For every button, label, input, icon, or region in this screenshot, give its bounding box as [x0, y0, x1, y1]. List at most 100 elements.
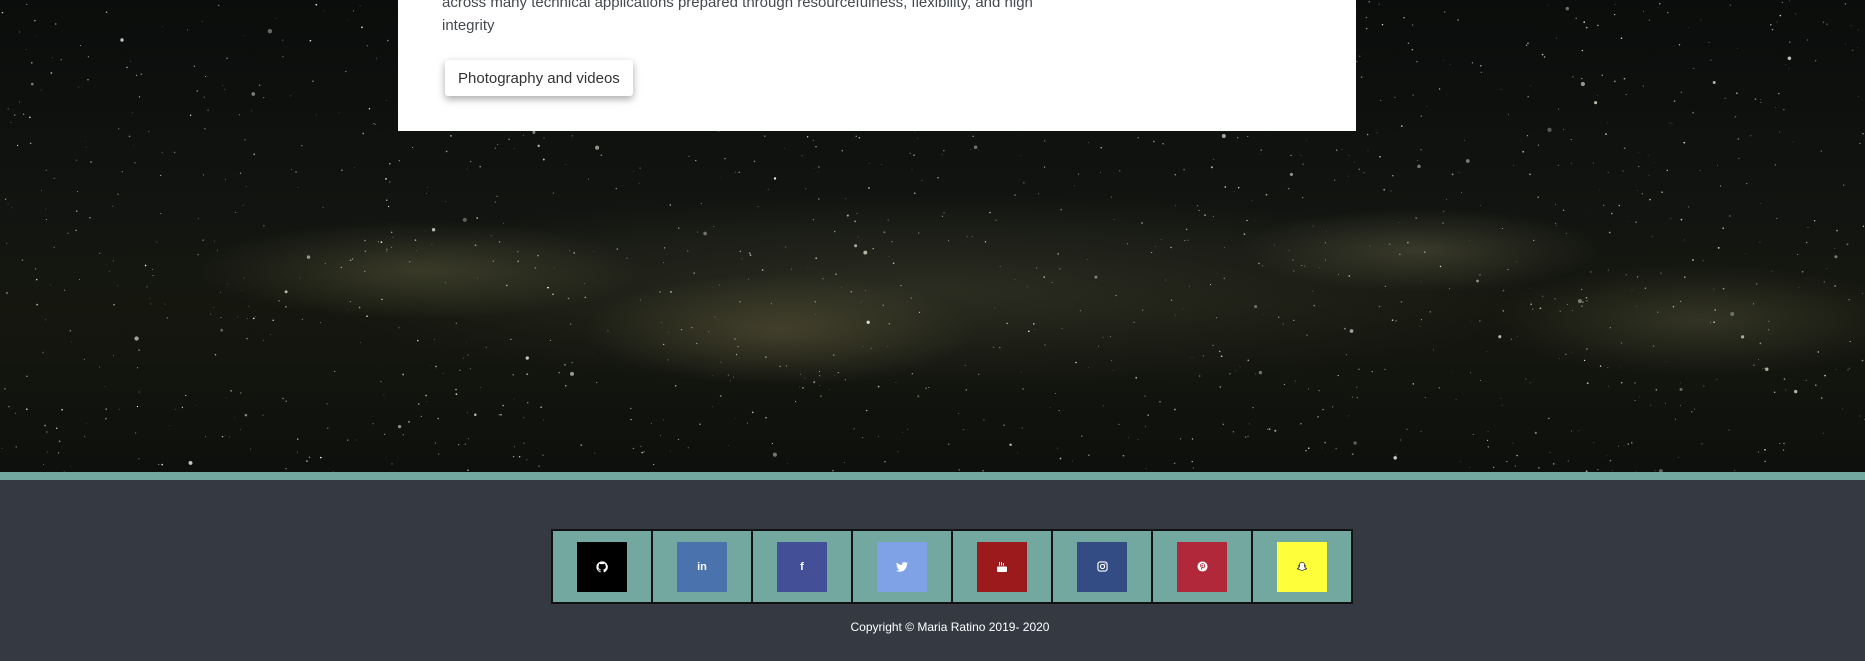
star [1684, 276, 1686, 278]
star [220, 317, 222, 318]
github-link[interactable] [577, 541, 627, 592]
star [1848, 298, 1850, 301]
star [1650, 405, 1651, 407]
star [1815, 384, 1817, 386]
star [437, 453, 440, 455]
star [238, 114, 240, 116]
star [1757, 451, 1759, 453]
star [1554, 203, 1556, 205]
star [1648, 19, 1651, 21]
star [1119, 170, 1121, 172]
star [1559, 310, 1561, 312]
star [739, 250, 742, 253]
star [1229, 372, 1231, 375]
star [928, 386, 930, 388]
star [902, 432, 903, 433]
star [1449, 64, 1451, 66]
star [1185, 228, 1188, 231]
star [467, 354, 469, 356]
star [162, 26, 163, 28]
snapchat-link[interactable] [1277, 541, 1327, 592]
star [1259, 154, 1261, 155]
star [1051, 281, 1053, 284]
star [817, 171, 819, 173]
facebook-link[interactable]: f [777, 541, 827, 592]
star [366, 45, 369, 47]
star [50, 72, 53, 74]
star [54, 23, 57, 25]
star [420, 415, 422, 418]
star [417, 403, 420, 405]
star [1252, 406, 1254, 409]
star [1599, 189, 1601, 191]
star [700, 202, 702, 204]
star [1722, 227, 1725, 230]
star [667, 331, 669, 333]
star [1717, 247, 1720, 249]
star [764, 135, 766, 137]
star [1308, 388, 1310, 390]
star [1585, 26, 1588, 29]
star [728, 445, 730, 446]
instagram-link[interactable] [1077, 541, 1127, 592]
star [1674, 418, 1676, 420]
star [640, 445, 642, 448]
star [1365, 16, 1368, 19]
star [1620, 381, 1623, 384]
star [1189, 285, 1190, 287]
photography-videos-button[interactable]: Photography and videos [445, 60, 633, 96]
star [408, 261, 411, 263]
twitter-link[interactable] [877, 541, 927, 592]
pinterest-link[interactable] [1177, 541, 1227, 592]
star [1380, 100, 1382, 101]
star [818, 371, 820, 372]
linkedin-link[interactable]: in [677, 541, 727, 592]
star [1581, 77, 1583, 80]
youtube-link[interactable] [977, 541, 1027, 592]
star [720, 361, 722, 363]
star [786, 463, 788, 465]
star [900, 284, 902, 287]
star [846, 214, 849, 217]
star [837, 371, 839, 374]
star [408, 421, 410, 423]
star [1607, 171, 1609, 174]
star [881, 164, 882, 165]
star [1338, 273, 1339, 275]
star [358, 306, 361, 309]
star [368, 107, 371, 110]
star [445, 282, 447, 284]
star [148, 130, 150, 133]
star [663, 247, 666, 249]
star [1127, 243, 1128, 245]
star [1623, 147, 1626, 150]
star [1859, 142, 1861, 144]
star [552, 192, 555, 194]
star [455, 393, 458, 396]
star [1144, 395, 1146, 397]
star [1820, 150, 1823, 152]
star [45, 208, 47, 210]
star [1597, 469, 1599, 471]
star [1325, 230, 1327, 232]
star [795, 400, 797, 403]
star [1406, 428, 1408, 431]
star [1843, 184, 1845, 186]
star [1044, 166, 1046, 168]
star [1626, 221, 1628, 222]
star [770, 303, 772, 305]
card-text-line: integrity [442, 17, 495, 34]
star [571, 361, 573, 364]
star [892, 262, 895, 264]
star [1122, 454, 1125, 457]
star [1449, 288, 1451, 290]
star [1637, 276, 1639, 278]
star [135, 74, 138, 76]
star [1623, 445, 1625, 447]
star [1293, 319, 1295, 322]
star [1469, 467, 1471, 468]
star [877, 436, 879, 437]
star [1753, 303, 1755, 305]
star [1750, 135, 1752, 137]
star [1826, 23, 1828, 25]
